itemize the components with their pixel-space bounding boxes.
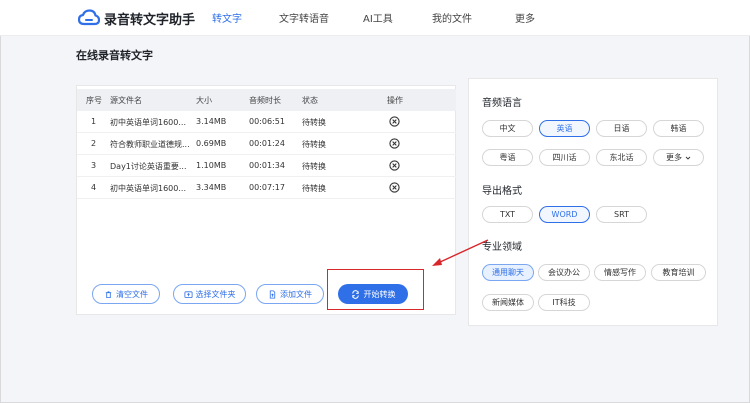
language-more-label: 更多: [666, 153, 682, 162]
nav-text-to-speech[interactable]: 文字转语音: [279, 10, 329, 25]
choose-folder-button[interactable]: 选择文件夹: [173, 284, 246, 304]
language-option-northeastern[interactable]: 东北话: [596, 149, 647, 166]
column-status: 状态: [302, 96, 318, 105]
remove-file-icon[interactable]: [389, 182, 400, 193]
format-section-title: 导出格式: [482, 186, 522, 197]
row-index: 2: [91, 139, 97, 148]
table-row: 3 Day1讨论英语重要... 1.10MB 00:01:34 待转换: [77, 155, 456, 177]
file-upload-icon: [269, 289, 276, 299]
language-more-dropdown[interactable]: 更多: [653, 149, 704, 166]
row-size: 0.69MB: [196, 139, 227, 148]
page-title: 在线录音转文字: [76, 49, 153, 62]
row-index: 3: [91, 161, 97, 170]
row-status: 待转换: [302, 118, 326, 127]
clear-files-button[interactable]: 清空文件: [92, 284, 160, 304]
top-header: 录音转文字助手 转文字 文字转语音 AI工具 我的文件 更多: [0, 0, 750, 36]
table-row: 4 初中英语单词1600... 3.34MB 00:07:17 待转换: [77, 177, 456, 199]
cloud-logo-icon: [78, 9, 100, 26]
domain-section-title: 专业领域: [482, 242, 522, 253]
row-filename: 符合教师职业道德规...: [110, 140, 190, 149]
table-header: 序号 源文件名 大小 音频时长 状态 操作: [77, 89, 456, 111]
row-status: 待转换: [302, 140, 326, 149]
row-size: 3.14MB: [196, 117, 227, 126]
domain-option-office-meeting[interactable]: 会议办公: [538, 264, 590, 281]
format-option-word[interactable]: WORD: [539, 206, 590, 223]
row-filename: 初中英语单词1600...: [110, 118, 186, 127]
row-duration: 00:06:51: [249, 117, 285, 126]
domain-option-news-media[interactable]: 新闻媒体: [482, 294, 534, 311]
brand-name: 录音转文字助手: [104, 13, 196, 28]
domain-option-education[interactable]: 教育培训: [651, 264, 706, 281]
add-file-button[interactable]: 添加文件: [256, 284, 324, 304]
choose-folder-label: 选择文件夹: [195, 289, 236, 299]
table-row: 1 初中英语单词1600... 3.14MB 00:06:51 待转换: [77, 111, 456, 133]
annotation-highlight-box: [327, 269, 424, 310]
row-status: 待转换: [302, 184, 326, 193]
nav-more[interactable]: 更多: [515, 10, 535, 25]
chevron-down-icon: [685, 156, 691, 160]
add-file-label: 添加文件: [280, 289, 312, 299]
language-option-japanese[interactable]: 日语: [596, 120, 647, 137]
nav-speech-to-text[interactable]: 转文字: [212, 10, 242, 25]
row-index: 1: [91, 117, 97, 126]
column-duration: 音频时长: [249, 96, 281, 105]
language-option-english[interactable]: 英语: [539, 120, 590, 137]
domain-option-it-tech[interactable]: IT科技: [538, 294, 590, 311]
row-size: 3.34MB: [196, 183, 227, 192]
language-option-cantonese[interactable]: 粤语: [482, 149, 533, 166]
row-index: 4: [91, 183, 97, 192]
format-option-srt[interactable]: SRT: [596, 206, 647, 223]
clear-files-label: 清空文件: [116, 289, 148, 299]
remove-file-icon[interactable]: [389, 160, 400, 171]
folder-upload-icon: [183, 290, 193, 298]
language-option-sichuanese[interactable]: 四川话: [539, 149, 590, 166]
nav-ai-tools[interactable]: AI工具: [363, 10, 393, 25]
column-size: 大小: [196, 96, 212, 105]
table-row: 2 符合教师职业道德规... 0.69MB 00:01:24 待转换: [77, 133, 456, 155]
settings-panel: 音频语言 中文 英语 日语 韩语 粤语 四川话 东北话 更多 导出格式 TXT …: [468, 78, 718, 326]
domain-option-general-chat[interactable]: 通用聊天: [482, 264, 534, 281]
language-option-chinese[interactable]: 中文: [482, 120, 533, 137]
domain-option-emotional-writing[interactable]: 情感写作: [594, 264, 646, 281]
row-filename: 初中英语单词1600...: [110, 184, 186, 193]
remove-file-icon[interactable]: [389, 116, 400, 127]
language-section-title: 音频语言: [482, 98, 522, 109]
column-index: 序号: [86, 96, 102, 105]
row-duration: 00:01:24: [249, 139, 285, 148]
row-status: 待转换: [302, 162, 326, 171]
remove-file-icon[interactable]: [389, 138, 400, 149]
row-size: 1.10MB: [196, 161, 227, 170]
trash-icon: [105, 290, 112, 298]
format-option-txt[interactable]: TXT: [482, 206, 533, 223]
nav-my-files[interactable]: 我的文件: [432, 10, 472, 25]
row-filename: Day1讨论英语重要...: [110, 162, 187, 171]
column-filename: 源文件名: [110, 96, 142, 105]
language-option-korean[interactable]: 韩语: [653, 120, 704, 137]
row-duration: 00:01:34: [249, 161, 285, 170]
row-duration: 00:07:17: [249, 183, 285, 192]
column-actions: 操作: [387, 96, 403, 105]
